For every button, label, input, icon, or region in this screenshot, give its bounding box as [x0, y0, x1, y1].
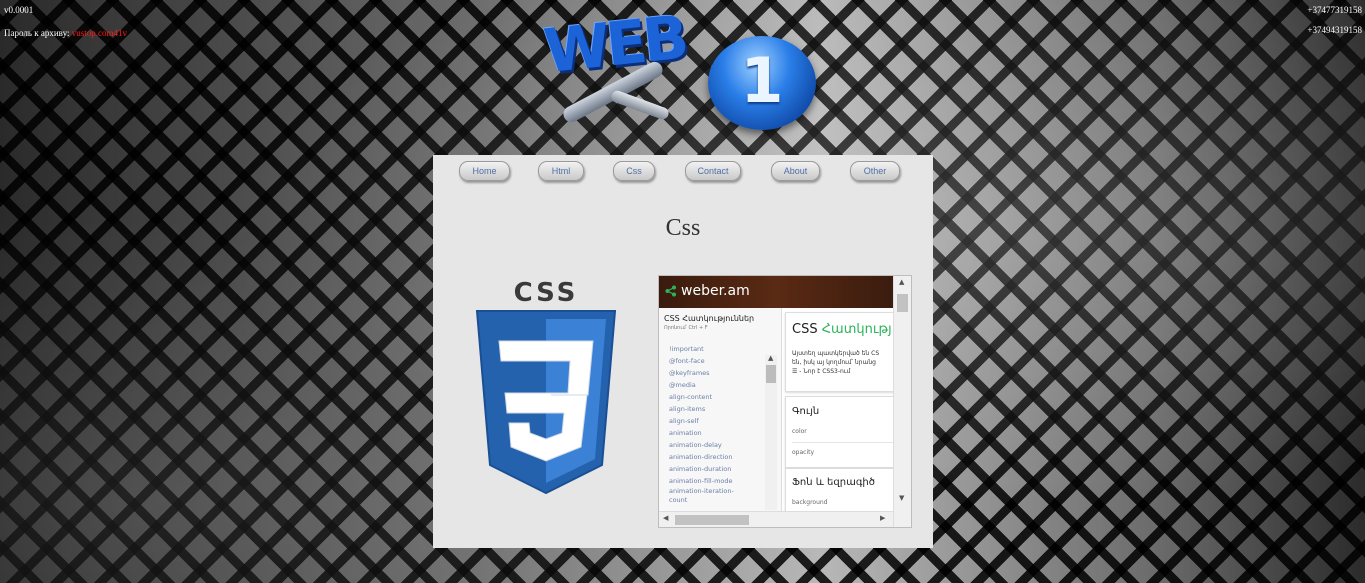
version-label: v0.0001 [4, 5, 34, 15]
scroll-down-icon: ▼ [899, 494, 905, 502]
list-item: @media [669, 381, 696, 389]
property-list: !important @font-face @keyframes @media … [669, 343, 765, 505]
sidebar-scrollbar: ▲ [765, 354, 777, 510]
phone-number: +37477319158 [1307, 5, 1362, 15]
intro-title-plain: CSS [792, 322, 822, 337]
list-item: align-items [669, 405, 706, 413]
screenshot-brand: weber.am [681, 283, 750, 299]
nav-contact-button[interactable]: Contact [685, 161, 741, 181]
phone-number: +37494319158 [1307, 25, 1362, 35]
background-card-title: Ֆոն և եզրագիծ [792, 477, 875, 488]
logo-number: 1 [740, 44, 784, 117]
list-item: animation-fill-mode [669, 477, 733, 485]
background-card-item: background [792, 499, 828, 506]
share-icon [665, 285, 676, 297]
nav-html-button[interactable]: Html [538, 161, 584, 181]
divider [792, 442, 894, 443]
color-card-title: Գույն [792, 406, 820, 417]
css3-logo-text: CSS [514, 278, 579, 308]
color-card-item: opacity [792, 449, 815, 456]
intro-line: Այստեղ պատկերված են CS [792, 350, 880, 357]
screenshot-sidebar: CSS Հատկություններ Որոնում՝ Ctrl + F !im… [659, 308, 782, 511]
intro-text: Այստեղ պատկերված են CS են, իսկ այ կողմու… [792, 349, 879, 376]
nav-other-button[interactable]: Other [850, 161, 900, 181]
screenshot-header: weber.am [659, 276, 893, 308]
scroll-up-icon: ▲ [899, 278, 905, 286]
list-item: align-self [669, 417, 699, 425]
background-card: Ֆոն և եզրագիծ background [785, 468, 895, 515]
nav-bar: Home Html Css Contact About Other [433, 161, 933, 181]
intro-line: ☰ - Նոր է CSS3-ում [792, 368, 851, 375]
scroll-right-icon: ▶ [880, 514, 886, 522]
nav-css-button[interactable]: Css [613, 161, 655, 181]
main-panel: Home Html Css Contact About Other Css CS… [433, 155, 933, 548]
nav-home-button[interactable]: Home [459, 161, 510, 181]
intro-card: CSS Հատկությ Այստեղ պատկերված են CS են, … [785, 312, 895, 392]
screenshot-vertical-scrollbar: ▲ ▼ [893, 276, 911, 527]
list-item: animation [669, 429, 702, 437]
wrench-icon [609, 89, 671, 121]
logo-number-ball: 1 [708, 36, 816, 130]
page-title: Css [665, 215, 701, 241]
archive-password: Пароль к архиву: vustop.com41v [4, 27, 127, 39]
sidebar-hint: Որոնում՝ Ctrl + F [664, 325, 708, 331]
logo-web-text: WEB [540, 2, 689, 88]
color-card-item: color [792, 428, 807, 435]
embedded-screenshot: weber.am CSS Հատկություններ Որոնում՝ Ctr… [658, 275, 912, 528]
screenshot-horizontal-scrollbar: ◀ ▶ [659, 511, 893, 527]
horizontal-scroll-thumb [675, 515, 749, 525]
vertical-scroll-thumb [897, 294, 908, 312]
list-item: animation-iteration- [669, 487, 734, 495]
list-item: @keyframes [669, 369, 710, 377]
password-label: Пароль к архиву: [4, 28, 70, 38]
list-item: align-content [669, 393, 713, 401]
nav-about-button[interactable]: About [771, 161, 820, 181]
site-logo: WEB 1 [540, 2, 830, 144]
color-card: Գույն color opacity [785, 396, 895, 468]
sidebar-scroll-thumb [766, 365, 776, 383]
intro-title-accent: Հատկությ [821, 322, 892, 337]
list-item: animation-delay [669, 441, 722, 449]
list-item: @font-face [669, 357, 705, 365]
scroll-up-icon: ▲ [768, 354, 774, 362]
phone-list: +37477319158 +37494319158 [1307, 4, 1362, 44]
list-item: count [669, 496, 688, 504]
password-value: vustop.com41v [71, 28, 127, 38]
list-item: !important [669, 345, 704, 353]
list-item: animation-duration [669, 465, 732, 473]
sidebar-title: CSS Հատկություններ [664, 314, 755, 323]
css3-logo: CSS [475, 278, 617, 495]
intro-title: CSS Հատկությ [792, 322, 892, 337]
scroll-left-icon: ◀ [663, 514, 669, 522]
list-item: animation-direction [669, 453, 733, 461]
intro-line: են, իսկ այ կողմում՝ նրանց [792, 359, 876, 366]
